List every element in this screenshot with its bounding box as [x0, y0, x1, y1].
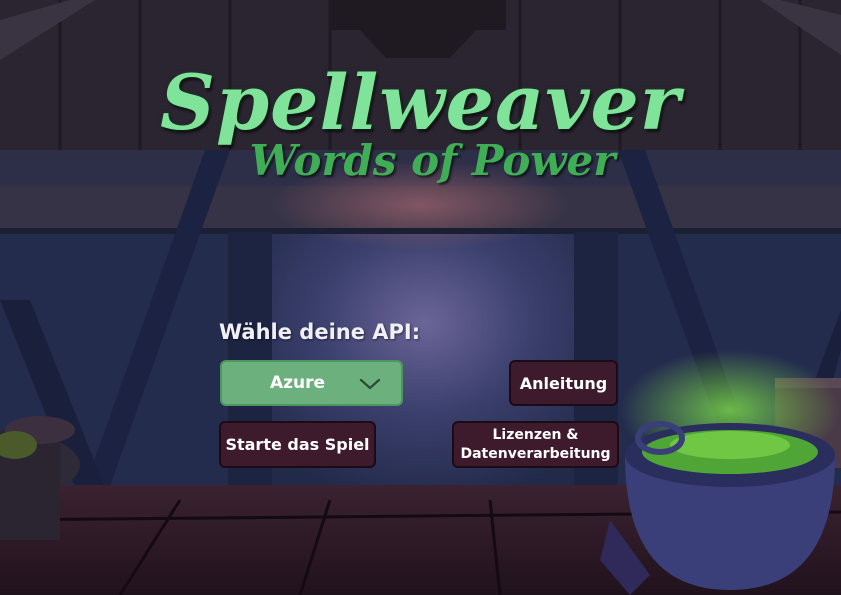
- chevron-down-icon: [359, 378, 381, 390]
- game-subtitle: Words of Power: [249, 136, 616, 185]
- guide-label: Anleitung: [519, 373, 608, 393]
- licenses-label-line1: Lizenzen &: [492, 426, 579, 443]
- game-title: Spellweaver: [160, 58, 681, 147]
- api-select-label: Wähle deine API:: [219, 320, 421, 344]
- start-game-label: Starte das Spiel: [225, 435, 370, 454]
- licenses-button[interactable]: Lizenzen & Datenverarbeitung: [452, 421, 619, 468]
- start-game-button[interactable]: Starte das Spiel: [219, 421, 376, 468]
- api-dropdown[interactable]: Azure: [220, 360, 403, 406]
- api-dropdown-value: Azure: [270, 373, 326, 393]
- licenses-label-line2: Datenverarbeitung: [460, 445, 611, 462]
- guide-button[interactable]: Anleitung: [509, 360, 618, 406]
